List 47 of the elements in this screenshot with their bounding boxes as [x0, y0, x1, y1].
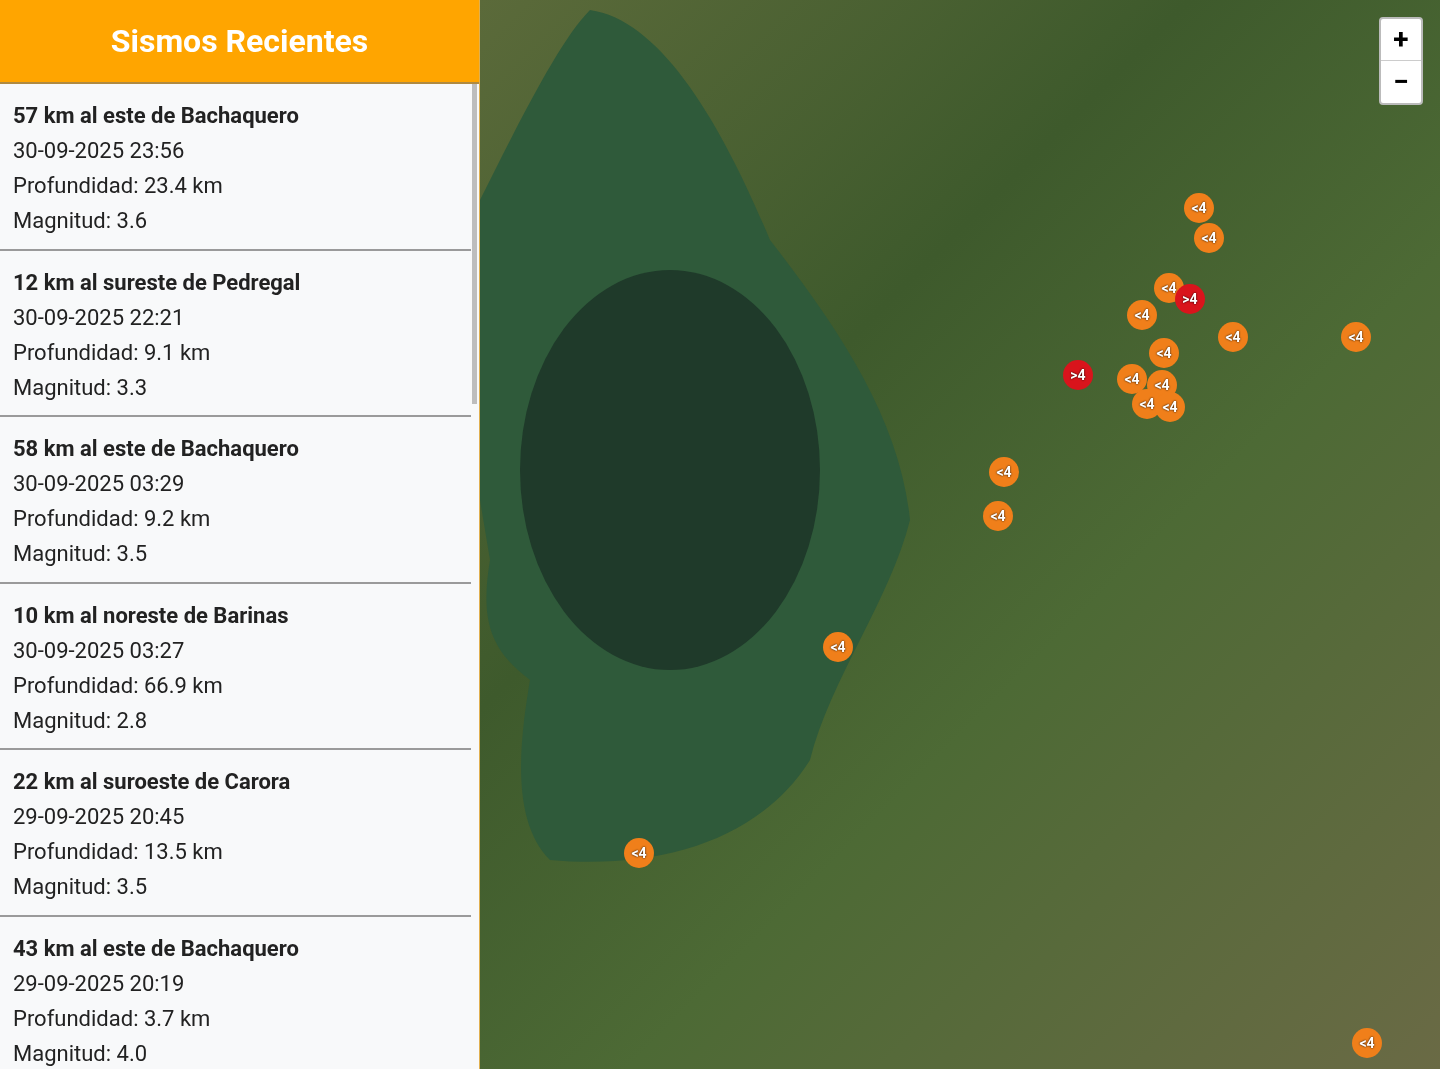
event-datetime: 30-09-2025 03:29: [13, 470, 186, 498]
event-magnitude: Magnitud: 3.6: [13, 207, 149, 235]
event-depth: Profundidad: 13.5 km: [13, 838, 224, 866]
earthquake-marker[interactable]: <4: [1352, 1028, 1382, 1058]
earthquake-marker[interactable]: <4: [1194, 223, 1224, 253]
event-datetime: 30-09-2025 03:27: [13, 636, 186, 665]
event-datetime: 29-09-2025 20:19: [13, 969, 186, 998]
earthquake-marker[interactable]: <4: [983, 501, 1013, 531]
zoom-in-button[interactable]: +: [1381, 19, 1421, 61]
event-location: 10 km al noreste de Barinas: [13, 601, 290, 630]
event-magnitude: Magnitud: 3.5: [13, 540, 149, 568]
earthquake-marker[interactable]: >4: [1175, 284, 1205, 314]
earthquake-list-item[interactable]: 10 km al noreste de Barinas 30-09-2025 03:27 Profundidad: 66.9 km Magnitud: 2.8: [0, 583, 471, 750]
earthquake-marker[interactable]: <4: [1184, 193, 1214, 223]
event-magnitude: Magnitud: 3.3: [13, 373, 149, 402]
event-datetime: 29-09-2025 20:45: [13, 803, 186, 831]
event-datetime: 30-09-2025 23:56: [13, 137, 186, 165]
event-location: 12 km al sureste de Pedregal: [13, 268, 302, 297]
earthquake-list-item[interactable]: 22 km al suroeste de Carora 29-09-2025 20:45 Profundidad: 13.5 km Magnitud: 3.5: [0, 750, 471, 917]
event-location: 43 km al este de Bachaquero: [13, 934, 300, 963]
earthquake-marker[interactable]: >4: [1063, 360, 1093, 390]
sidebar-title: Sismos Recientes: [0, 0, 479, 84]
event-depth: Profundidad: 9.2 km: [13, 505, 212, 533]
earthquake-marker[interactable]: <4: [1117, 364, 1147, 394]
earthquake-marker[interactable]: <4: [1155, 392, 1185, 422]
event-datetime: 30-09-2025 22:21: [13, 303, 186, 332]
event-magnitude: Magnitud: 4.0: [13, 1039, 149, 1068]
event-depth: Profundidad: 66.9 km: [13, 671, 224, 700]
zoom-out-button[interactable]: −: [1381, 61, 1421, 103]
earthquake-marker[interactable]: <4: [989, 457, 1019, 487]
event-magnitude: Magnitud: 2.8: [13, 706, 149, 735]
event-magnitude: Magnitud: 3.5: [13, 873, 149, 901]
earthquake-marker[interactable]: <4: [624, 838, 654, 868]
event-depth: Profundidad: 9.1 km: [13, 338, 212, 367]
earthquake-list-item[interactable]: 58 km al este de Bachaquero 30-09-2025 03:29 Profundidad: 9.2 km Magnitud: 3.5: [0, 417, 471, 584]
earthquake-marker[interactable]: <4: [1149, 338, 1179, 368]
earthquake-marker[interactable]: <4: [1218, 322, 1248, 352]
event-location: 57 km al este de Bachaquero: [13, 102, 300, 130]
earthquake-marker[interactable]: <4: [1127, 300, 1157, 330]
earthquake-marker[interactable]: <4: [1154, 273, 1184, 303]
event-location: 58 km al este de Bachaquero: [13, 435, 300, 463]
scrollbar-thumb[interactable]: [472, 84, 477, 404]
event-depth: Profundidad: 3.7 km: [13, 1004, 212, 1033]
earthquake-marker[interactable]: <4: [1341, 322, 1371, 352]
event-location: 22 km al suroeste de Carora: [13, 768, 292, 796]
event-depth: Profundidad: 23.4 km: [13, 172, 224, 200]
earthquake-list-item[interactable]: 43 km al este de Bachaquero 29-09-2025 20:19 Profundidad: 3.7 km Magnitud: 4.0: [0, 916, 471, 1069]
